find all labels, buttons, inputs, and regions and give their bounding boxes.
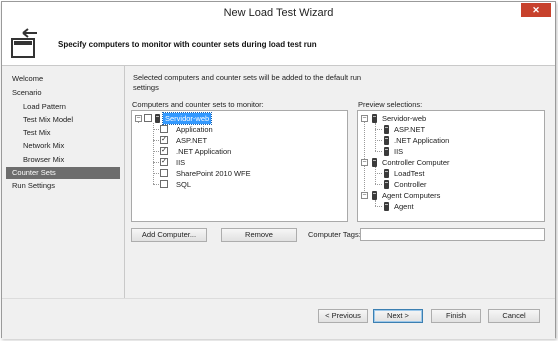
- tree-node-sql[interactable]: SQL: [132, 179, 332, 190]
- tree-node-servidor-web[interactable]: – Servidor-web: [132, 112, 332, 125]
- computer-icon: [372, 191, 377, 200]
- preview-node-loadtest: LoadTest: [358, 168, 538, 179]
- checkbox[interactable]: [160, 125, 168, 133]
- preview-node-controller-computer[interactable]: – Controller Computer: [358, 157, 538, 168]
- node-label: ASP.NET: [176, 136, 208, 145]
- next-button[interactable]: Next >: [373, 309, 423, 323]
- preview-node-iis: IIS: [358, 146, 538, 157]
- preview-node-agent-computers[interactable]: – Agent Computers: [358, 190, 538, 201]
- close-button[interactable]: ✕: [521, 3, 551, 17]
- preview-node-agent: Agent: [358, 201, 538, 212]
- tree-node-sharepoint[interactable]: SharePoint 2010 WFE: [132, 168, 332, 179]
- node-label: .NET Application: [176, 147, 232, 156]
- checkbox[interactable]: ✓: [160, 147, 168, 155]
- counter-set-icon: [384, 180, 389, 189]
- counter-set-icon: [384, 136, 389, 145]
- counter-set-icon: [384, 147, 389, 156]
- node-label: Servidor-web: [382, 114, 427, 123]
- computer-icon: [372, 114, 377, 123]
- remove-button[interactable]: Remove: [221, 228, 297, 242]
- node-label: Application: [176, 125, 213, 134]
- computer-tags-input[interactable]: [360, 228, 545, 241]
- title-bar: New Load Test Wizard ✕: [2, 2, 555, 24]
- computers-tree[interactable]: – Servidor-web Application ✓ ASP.NET ✓ .…: [131, 110, 348, 222]
- window-title: New Load Test Wizard: [223, 7, 334, 19]
- computer-tags-label: Computer Tags:: [308, 230, 361, 239]
- preview-tree[interactable]: – Servidor-web ASP.NET .NET Application …: [357, 110, 545, 222]
- tree-node-iis[interactable]: ✓ IIS: [132, 157, 332, 168]
- node-label: IIS: [176, 158, 186, 167]
- previous-button[interactable]: < Previous: [318, 309, 368, 323]
- wizard-footer: < Previous Next > Finish Cancel: [2, 298, 555, 339]
- computer-icon: [155, 114, 160, 123]
- checkbox[interactable]: ✓: [160, 158, 168, 166]
- preview-node-net-application: .NET Application: [358, 135, 538, 146]
- node-label: SQL: [176, 180, 192, 189]
- collapse-icon[interactable]: –: [135, 115, 142, 122]
- tree-node-application[interactable]: Application: [132, 124, 332, 135]
- wizard-instruction: Specify computers to monitor with counte…: [58, 40, 317, 49]
- node-label: Servidor-web: [161, 112, 213, 125]
- counter-set-icon: [384, 169, 389, 178]
- node-label: ASP.NET: [394, 125, 426, 134]
- preview-label: Preview selections:: [358, 100, 423, 109]
- nav-item-network-mix[interactable]: Network Mix: [23, 140, 64, 152]
- node-label: .NET Application: [394, 136, 450, 145]
- node-label: LoadTest: [394, 169, 425, 178]
- nav-item-welcome[interactable]: Welcome: [12, 73, 43, 85]
- tree-node-net-application[interactable]: ✓ .NET Application: [132, 146, 332, 157]
- nav-item-scenario[interactable]: Scenario: [12, 87, 42, 99]
- checkbox[interactable]: [160, 169, 168, 177]
- counter-set-icon: [384, 125, 389, 134]
- wizard-header: Specify computers to monitor with counte…: [2, 24, 555, 66]
- intro-text: Selected computers and counter sets will…: [133, 73, 362, 92]
- wizard-nav: Welcome Scenario Load Pattern Test Mix M…: [2, 66, 121, 298]
- collapse-icon[interactable]: –: [361, 115, 368, 122]
- cancel-button[interactable]: Cancel: [488, 309, 540, 323]
- nav-item-load-pattern[interactable]: Load Pattern: [23, 101, 66, 113]
- nav-item-counter-sets[interactable]: Counter Sets: [6, 167, 120, 179]
- checkbox[interactable]: [160, 180, 168, 188]
- checkbox[interactable]: [144, 114, 152, 122]
- collapse-icon[interactable]: –: [361, 159, 368, 166]
- preview-node-servidor-web[interactable]: – Servidor-web: [358, 113, 538, 124]
- node-label: Agent: [394, 202, 414, 211]
- finish-button[interactable]: Finish: [431, 309, 481, 323]
- preview-node-controller: Controller: [358, 179, 538, 190]
- node-label: Controller: [394, 180, 427, 189]
- wizard-monitor-icon: [11, 28, 37, 58]
- node-label: Agent Computers: [382, 191, 441, 200]
- node-label: Controller Computer: [382, 158, 450, 167]
- nav-item-run-settings[interactable]: Run Settings: [12, 180, 55, 192]
- add-computer-button[interactable]: Add Computer...: [131, 228, 207, 242]
- computers-label: Computers and counter sets to monitor:: [132, 100, 264, 109]
- node-label: IIS: [394, 147, 404, 156]
- counter-set-icon: [384, 202, 389, 211]
- checkbox[interactable]: ✓: [160, 136, 168, 144]
- tree-node-asp-net[interactable]: ✓ ASP.NET: [132, 135, 332, 146]
- node-label: SharePoint 2010 WFE: [176, 169, 251, 178]
- computer-icon: [372, 158, 377, 167]
- wizard-window: New Load Test Wizard ✕ Specify computers…: [1, 1, 556, 339]
- collapse-icon[interactable]: –: [361, 192, 368, 199]
- nav-item-test-mix[interactable]: Test Mix: [23, 127, 51, 139]
- nav-item-test-mix-model[interactable]: Test Mix Model: [23, 114, 73, 126]
- nav-item-browser-mix[interactable]: Browser Mix: [23, 154, 64, 166]
- counter-sets-panel: Selected computers and counter sets will…: [124, 66, 554, 298]
- preview-node-asp-net: ASP.NET: [358, 124, 538, 135]
